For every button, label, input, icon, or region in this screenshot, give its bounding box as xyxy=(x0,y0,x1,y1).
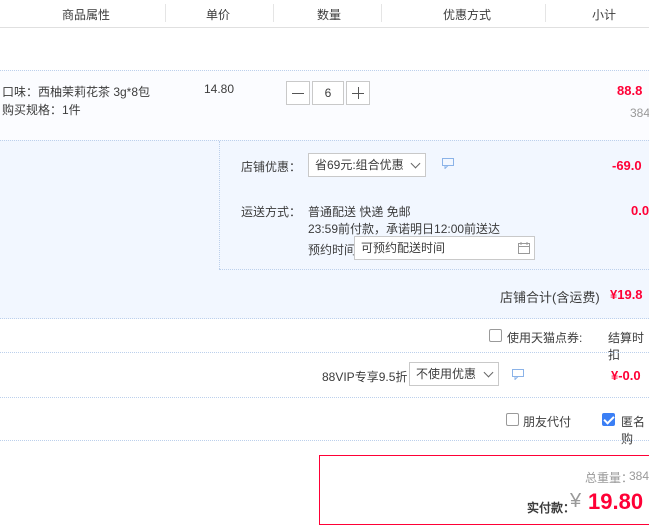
points-deduct-text: 结算时扣 xyxy=(608,331,645,362)
schedule-label: 预约时间 xyxy=(308,243,357,257)
shop-summary-panel: 店铺优惠： 省69元:组合优惠 -69.0 运送方式： 普通配送 快递 免邮 2… xyxy=(0,140,649,319)
minus-icon xyxy=(292,93,304,94)
chevron-down-icon xyxy=(410,158,421,169)
shop-discount-label: 店铺优惠： xyxy=(241,160,302,174)
total-weight-value: 384 xyxy=(629,469,649,483)
vip-discount-amount: ¥-0.0 xyxy=(611,368,641,383)
use-points-checkbox[interactable] xyxy=(489,329,502,342)
anonymous-checkbox[interactable] xyxy=(602,413,615,426)
header-quantity: 数量 xyxy=(317,8,342,22)
anonymous-label: 匿名购 xyxy=(621,415,646,446)
schedule-time-input[interactable]: 可预约配送时间 xyxy=(354,236,535,260)
quantity-decrease-button[interactable] xyxy=(286,81,310,105)
quantity-increase-button[interactable] xyxy=(346,81,370,105)
schedule-placeholder: 可预约配送时间 xyxy=(361,241,446,255)
shop-discount-value: 省69元:组合优惠 xyxy=(315,158,404,172)
currency-symbol: ¥ xyxy=(570,490,582,512)
order-summary-box: 总重量： 384 实付款： ¥ 19.80 xyxy=(319,455,649,525)
header-divider xyxy=(273,4,274,22)
shipping-method: 普通配送 快递 免邮 xyxy=(308,205,411,219)
message-icon[interactable] xyxy=(512,369,524,380)
shop-total-value: ¥19.8 xyxy=(610,287,643,302)
vip-discount-label: 88VIP专享9.5折 xyxy=(322,370,408,384)
header-divider xyxy=(381,4,382,22)
chevron-down-icon xyxy=(483,367,494,378)
calendar-icon xyxy=(518,242,530,254)
header-subtotal: 小计 xyxy=(592,8,617,22)
item-unit-price: 14.80 xyxy=(204,82,235,96)
item-flavor: 口味：西柚茉莉花茶 3g*8包 xyxy=(2,85,151,99)
pay-amount: 19.80 xyxy=(588,489,644,514)
header-divider xyxy=(545,4,546,22)
shipping-label: 运送方式： xyxy=(241,205,302,219)
shop-discount-amount: -69.0 xyxy=(612,158,642,173)
header-discount: 优惠方式 xyxy=(443,8,492,22)
pay-label: 实付款： xyxy=(527,501,576,515)
use-points-label: 使用天猫点券: xyxy=(507,331,583,345)
item-subtotal: 88.8 xyxy=(617,83,643,98)
shipping-promise: 23:59前付款，承诺明日12:00前送达 xyxy=(308,222,501,236)
friend-pay-checkbox[interactable] xyxy=(506,413,519,426)
vip-discount-value: 不使用优惠 xyxy=(416,367,477,381)
total-weight-label: 总重量： xyxy=(585,471,634,485)
shop-options: 店铺优惠： 省69元:组合优惠 -69.0 运送方式： 普通配送 快递 免邮 2… xyxy=(219,141,649,269)
vip-discount-select[interactable]: 不使用优惠 xyxy=(409,362,499,386)
item-weight: 384 xyxy=(630,106,649,120)
shop-discount-select[interactable]: 省69元:组合优惠 xyxy=(308,153,426,177)
table-header: 商品属性 单价 数量 优惠方式 小计 xyxy=(0,0,649,28)
shipping-amount: 0.0 xyxy=(631,203,649,218)
header-attr: 商品属性 xyxy=(62,8,111,22)
header-divider xyxy=(165,4,166,22)
cart-item-row: 口味：西柚茉莉花茶 3g*8包 购买规格：1件 14.80 6 88.8 384 xyxy=(0,70,649,141)
friend-pay-label: 朋友代付 xyxy=(523,415,572,429)
item-spec: 购买规格：1件 xyxy=(2,103,81,117)
header-unit-price: 单价 xyxy=(206,8,231,22)
quantity-input[interactable]: 6 xyxy=(312,81,344,105)
shop-total-label: 店铺合计(含运费) xyxy=(500,290,600,305)
message-icon[interactable] xyxy=(442,158,454,169)
